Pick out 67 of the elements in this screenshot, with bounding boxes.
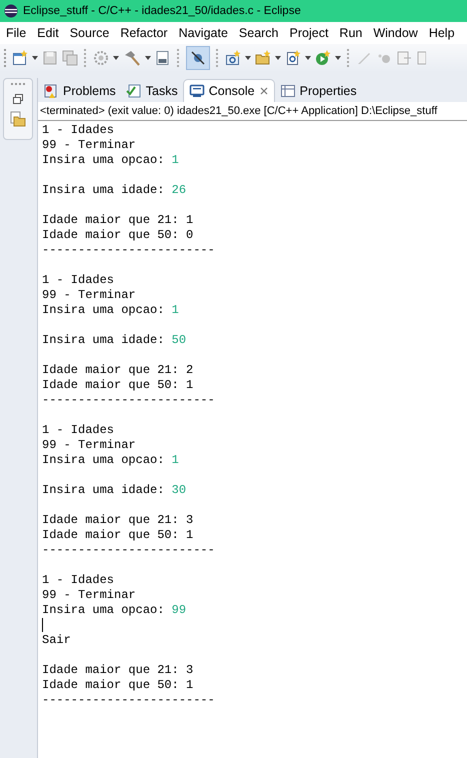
menu-item[interactable]: Source: [64, 26, 114, 40]
console-line: 99 - Terminar: [42, 288, 136, 302]
menu-item[interactable]: Run: [333, 26, 368, 40]
console-line: Idade maior que 21: 2: [42, 363, 194, 377]
console-line: 99 - Terminar: [42, 588, 136, 602]
text-cursor: [42, 618, 43, 632]
console-line: Idade maior que 21: 3: [42, 513, 194, 527]
caret-icon[interactable]: [245, 56, 251, 60]
menu-item[interactable]: Search: [232, 26, 284, 40]
eclipse-icon: [4, 4, 18, 18]
console-line: Idade maior que 50: 1: [42, 678, 194, 692]
caret-icon[interactable]: [305, 56, 311, 60]
window-title: Eclipse_stuff - C/C++ - idades21_50/idades.c - Eclipse: [23, 5, 301, 17]
menu-item[interactable]: Edit: [31, 26, 64, 40]
binary-file-icon[interactable]: [155, 50, 171, 66]
console-status: <terminated> (exit value: 0) idades21_50.exe [C/C++ Application] D:\Eclipse_stuff: [38, 102, 467, 121]
restore-icon[interactable]: [12, 93, 24, 105]
console-line: Idade maior que 21: 3: [42, 663, 194, 677]
console-line: ------------------------: [42, 393, 215, 407]
caret-icon[interactable]: [145, 56, 151, 60]
view-tab[interactable]: Problems: [38, 80, 121, 102]
console-line: 1 - Idades: [42, 273, 114, 287]
new-class-icon[interactable]: [225, 50, 241, 66]
view-tab[interactable]: Tasks: [120, 80, 183, 102]
breakpoint-icon: [190, 50, 206, 66]
menu-item[interactable]: Help: [422, 26, 460, 40]
caret-icon[interactable]: [113, 56, 119, 60]
console-line: Idade maior que 50: 0: [42, 228, 194, 242]
console-line: 1 - Idades: [42, 423, 114, 437]
console-icon: [188, 83, 205, 99]
problems-icon: [43, 83, 59, 99]
console-line: Insira uma idade: 50: [42, 333, 186, 347]
console-line: Insira uma opcao: 1: [42, 153, 179, 167]
close-icon[interactable]: [258, 86, 269, 96]
console-line: Insira uma opcao: 1: [42, 303, 179, 317]
console-line: 1 - Idades: [42, 573, 114, 587]
new-source-file-icon[interactable]: [285, 50, 301, 66]
caret-icon[interactable]: [335, 56, 341, 60]
view-tab[interactable]: Console: [182, 79, 275, 102]
new-file-icon[interactable]: [12, 50, 28, 66]
grip-icon[interactable]: [11, 83, 25, 87]
console-line: Idade maior que 21: 1: [42, 213, 194, 227]
table-icon: [280, 83, 296, 99]
caret-icon[interactable]: [275, 56, 281, 60]
menu-item[interactable]: Navigate: [172, 26, 233, 40]
console-line: Idade maior que 50: 1: [42, 528, 194, 542]
console-line: Sair: [42, 633, 71, 647]
console-line: Insira uma opcao: 1: [42, 453, 179, 467]
console-line: Insira uma opcao: 99: [42, 603, 186, 617]
caret-icon[interactable]: [32, 56, 38, 60]
menu-item[interactable]: Refactor: [114, 26, 173, 40]
console-line: ------------------------: [42, 543, 215, 557]
console-line: Insira uma idade: 30: [42, 483, 186, 497]
skip-breakpoints-button[interactable]: [186, 46, 210, 70]
console-line: ------------------------: [42, 243, 215, 257]
console-line: Insira uma idade: 26: [42, 183, 186, 197]
view-tab[interactable]: Properties: [274, 80, 362, 102]
menu-item[interactable]: Window: [367, 26, 423, 40]
console-line: ------------------------: [42, 693, 215, 707]
menu-item[interactable]: Project: [284, 26, 334, 40]
console-line: Idade maior que 50: 1: [42, 378, 194, 392]
console-line: 99 - Terminar: [42, 438, 136, 452]
folder-icon[interactable]: [10, 111, 26, 127]
tasks-icon: [126, 83, 142, 99]
console-line: 99 - Terminar: [42, 138, 136, 152]
menu-item[interactable]: File: [0, 26, 32, 40]
console-line: 1 - Idades: [42, 123, 114, 137]
